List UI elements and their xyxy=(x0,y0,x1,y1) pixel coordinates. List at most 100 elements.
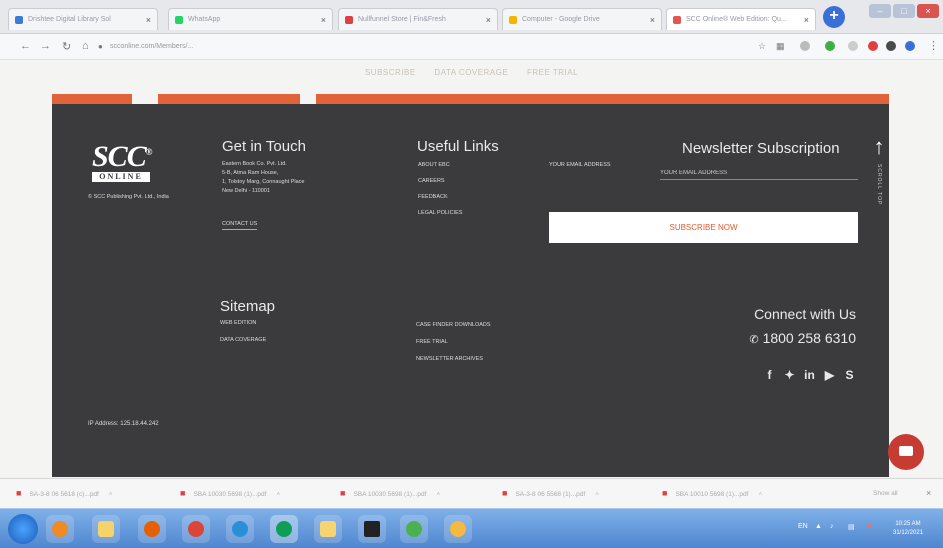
scroll-top-button[interactable]: ↑ SCROLL TOP xyxy=(872,136,886,206)
network-app-icon[interactable] xyxy=(400,515,428,543)
footer-accent-notch xyxy=(300,94,316,104)
start-button[interactable] xyxy=(8,514,38,544)
translate-icon[interactable]: ▦ xyxy=(776,41,785,52)
tab-close-icon[interactable]: × xyxy=(317,15,326,25)
download-item[interactable]: ■ SA-3-8 06 5618 (c)...pdf ˄ xyxy=(16,488,113,498)
tab-favicon-icon xyxy=(15,15,23,24)
browser-tab-active[interactable]: SCC Online® Web Edition: Qu... × xyxy=(666,8,816,30)
tab-close-icon[interactable]: × xyxy=(800,15,809,25)
windows-taskbar: EN ▲ ♪ ▤ ⚑ 10:25 AM 31/12/2021 xyxy=(0,508,943,548)
tray-chevron-icon[interactable]: ▲ xyxy=(815,523,822,530)
useful-links-title: Useful Links xyxy=(417,138,499,155)
firefox-icon[interactable] xyxy=(138,515,166,543)
media-player-icon[interactable] xyxy=(46,515,74,543)
back-arrow-icon[interactable]: ← xyxy=(20,40,31,52)
extension-icon[interactable] xyxy=(825,41,835,51)
logo-text: SCC xyxy=(92,140,147,173)
chrome-active-icon[interactable] xyxy=(270,515,298,543)
top-nav-links: SUBSCRIBE DATA COVERAGE FREE TRIAL xyxy=(0,68,943,77)
show-all-downloads-link[interactable]: Show all xyxy=(873,490,898,497)
tab-title: Computer - Google Drive xyxy=(522,16,600,23)
connect-title: Connect with Us xyxy=(754,306,856,322)
email-field[interactable] xyxy=(660,166,858,180)
sitemap-link-newsletter-archives[interactable]: NEWSLETTER ARCHIVES xyxy=(416,356,483,362)
minimize-button[interactable]: – xyxy=(869,4,891,18)
chevron-up-icon[interactable]: ˄ xyxy=(758,491,762,498)
download-filename: SBA 10030 5698 (1)...pdf xyxy=(193,491,267,498)
useful-link-careers[interactable]: CAREERS xyxy=(418,178,445,184)
download-item[interactable]: ■ SA-3-8 06 5568 (1)...pdf ˄ xyxy=(502,488,599,498)
browser-tab[interactable]: Drishtee Digital Library Sol × xyxy=(8,8,158,30)
contact-us-link[interactable]: CONTACT US xyxy=(222,221,258,230)
extension-icon[interactable] xyxy=(800,41,810,51)
home-icon[interactable]: ⌂ xyxy=(82,40,89,52)
chevron-up-icon[interactable]: ˄ xyxy=(276,491,280,498)
sitemap-link-web-edition[interactable]: WEB EDITION xyxy=(220,320,256,326)
social-links: f ✦ in ▶ S xyxy=(763,368,856,382)
extension-icon[interactable] xyxy=(868,41,878,51)
download-item[interactable]: ■ SBA 10030 5698 (1)...pdf ˄ xyxy=(180,488,280,498)
new-tab-button[interactable]: + xyxy=(823,6,845,28)
volume-icon[interactable]: ♪ xyxy=(830,523,834,530)
paint-app-icon[interactable] xyxy=(444,515,472,543)
useful-link-feedback[interactable]: FEEDBACK xyxy=(418,194,448,200)
internet-explorer-icon[interactable] xyxy=(226,515,254,543)
bookmark-star-icon[interactable]: ☆ xyxy=(758,41,766,52)
chrome-icon[interactable] xyxy=(182,515,210,543)
subscribe-now-button[interactable]: SUBSCRIBE NOW xyxy=(549,212,858,243)
folder-icon[interactable] xyxy=(314,515,342,543)
facebook-icon[interactable]: f xyxy=(763,368,776,382)
linkedin-icon[interactable]: in xyxy=(803,368,816,382)
chevron-up-icon[interactable]: ˄ xyxy=(595,491,599,498)
download-item[interactable]: ■ SBA 10030 5698 (1)...pdf ˄ xyxy=(340,488,440,498)
close-window-button[interactable]: × xyxy=(917,4,939,18)
tab-close-icon[interactable]: × xyxy=(482,15,491,25)
twitter-icon[interactable]: ✦ xyxy=(783,368,796,382)
sitemap-link-free-trial[interactable]: FREE TRIAL xyxy=(416,339,448,345)
sitemap-link-case-finder[interactable]: CASE FINDER DOWNLOADS xyxy=(416,322,491,328)
tab-close-icon[interactable]: × xyxy=(142,15,151,25)
scc-online-logo[interactable]: SCC® ONLINE xyxy=(92,138,152,182)
sitemap-link-data-coverage[interactable]: DATA COVERAGE xyxy=(220,337,266,343)
tab-title: Drishtee Digital Library Sol xyxy=(28,16,111,23)
browser-tab-strip: Drishtee Digital Library Sol × WhatsApp … xyxy=(0,0,943,34)
address-line: 1, Tolstoy Marg, Connaught Place xyxy=(222,179,305,185)
download-filename: SA-3-8 06 5568 (1)...pdf xyxy=(515,491,586,498)
top-link-free-trial[interactable]: FREE TRIAL xyxy=(527,68,578,77)
url-field[interactable]: scconline.com/Members/... xyxy=(110,39,730,55)
newsletter-title: Newsletter Subscription xyxy=(682,140,840,157)
reload-icon[interactable]: ↻ xyxy=(62,40,71,53)
close-icon[interactable]: × xyxy=(926,488,931,498)
chevron-up-icon[interactable]: ˄ xyxy=(436,491,440,498)
pdf-file-icon: ■ xyxy=(16,488,22,498)
chat-widget-button[interactable] xyxy=(888,434,924,470)
browser-tab[interactable]: WhatsApp × xyxy=(168,8,333,30)
youtube-icon[interactable]: ▶ xyxy=(823,368,836,382)
top-link-subscribe[interactable]: SUBSCRIBE xyxy=(365,68,416,77)
forward-arrow-icon[interactable]: → xyxy=(40,40,51,52)
browser-tab[interactable]: Computer - Google Drive × xyxy=(502,8,662,30)
skype-icon[interactable]: S xyxy=(843,368,856,382)
notification-icon[interactable]: ⚑ xyxy=(866,523,872,531)
network-icon[interactable]: ▤ xyxy=(848,523,855,531)
menu-dots-icon[interactable]: ⋮ xyxy=(928,39,939,52)
useful-link-about[interactable]: ABOUT EBC xyxy=(418,162,450,168)
download-item[interactable]: ■ SBA 10010 5698 (1)...pdf ˄ xyxy=(662,488,762,498)
tab-title: SCC Online® Web Edition: Qu... xyxy=(686,16,787,23)
file-explorer-icon[interactable] xyxy=(92,515,120,543)
extension-icon[interactable] xyxy=(848,41,858,51)
terminal-icon[interactable] xyxy=(358,515,386,543)
browser-tab[interactable]: Nullfunnel Store | Fin&Fresh × xyxy=(338,8,498,30)
language-indicator[interactable]: EN xyxy=(798,523,808,530)
useful-link-legal-policies[interactable]: LEGAL POLICIES xyxy=(418,210,462,216)
extension-icon[interactable] xyxy=(886,41,896,51)
top-link-data-coverage[interactable]: DATA COVERAGE xyxy=(434,68,508,77)
chevron-up-icon[interactable]: ˄ xyxy=(109,491,113,498)
system-clock[interactable]: 10:25 AM 31/12/2021 xyxy=(893,520,923,538)
maximize-button[interactable]: □ xyxy=(893,4,915,18)
site-footer: SCC® ONLINE © SCC Publishing Pvt. Ltd., … xyxy=(52,94,889,477)
phone-number[interactable]: ✆ 1800 258 6310 xyxy=(749,330,856,346)
profile-avatar[interactable] xyxy=(905,41,915,51)
tab-close-icon[interactable]: × xyxy=(646,15,655,25)
scroll-top-label: SCROLL TOP xyxy=(876,164,882,206)
